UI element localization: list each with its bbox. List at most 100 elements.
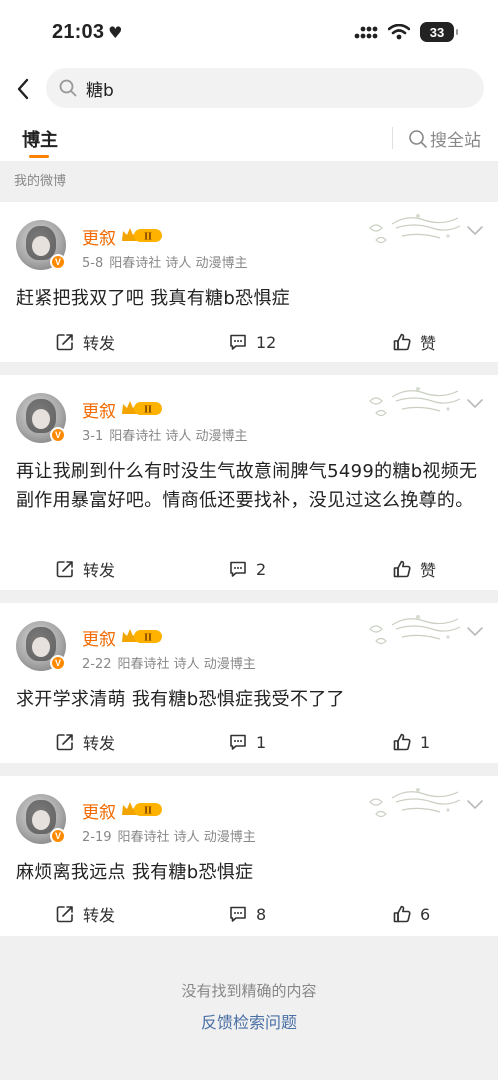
footer: 没有找到精确的内容 反馈检索问题 xyxy=(0,980,498,1033)
like-icon xyxy=(393,333,411,351)
status-icons: 33 xyxy=(354,22,458,42)
like-label: 6 xyxy=(420,904,431,924)
repost-icon xyxy=(56,561,73,578)
post-date: 5-8 xyxy=(82,256,104,271)
author-tags: 阳春诗社 诗人 动漫博主 xyxy=(117,830,256,845)
heart-icon: ♥ xyxy=(108,22,123,42)
repost-icon xyxy=(56,906,73,923)
like-button[interactable]: 6 xyxy=(392,894,430,934)
search-all-button[interactable]: 搜全站 xyxy=(408,126,481,151)
post-meta: 3-1 阳春诗社 诗人 动漫博主 xyxy=(82,425,248,444)
tab-active-indicator xyxy=(29,155,49,158)
search-icon xyxy=(59,79,77,97)
comment-button[interactable]: 12 xyxy=(228,322,276,362)
comment-count: 1 xyxy=(256,732,267,752)
svg-text:II: II xyxy=(144,806,152,817)
chevron-down-icon[interactable] xyxy=(466,798,484,810)
verified-badge-icon: V xyxy=(50,655,66,671)
like-icon xyxy=(393,733,411,751)
author-tags: 阳春诗社 诗人 动漫博主 xyxy=(109,429,248,444)
post-actions: 转发 12 赞 xyxy=(0,322,498,362)
repost-icon xyxy=(56,734,73,751)
post-card[interactable]: V 更叙 II 5-8 阳春诗社 诗人 动漫博主赶紧把我双了吧 我真有糖b恐惧症转发 12… xyxy=(0,202,498,362)
like-label: 赞 xyxy=(420,561,437,580)
post-date: 3-1 xyxy=(82,429,104,444)
like-icon xyxy=(393,905,411,923)
post-meta: 5-8 阳春诗社 诗人 动漫博主 xyxy=(82,252,248,271)
like-label: 1 xyxy=(420,732,431,752)
like-icon xyxy=(393,560,411,578)
svg-text:II: II xyxy=(144,232,152,243)
repost-button[interactable]: 转发 xyxy=(55,322,115,362)
like-label: 赞 xyxy=(420,334,437,353)
card-decoration-icon xyxy=(369,788,461,818)
post-text[interactable]: 赶紧把我双了吧 我真有糖b恐惧症 xyxy=(16,284,482,313)
comment-icon xyxy=(230,334,246,350)
author-name[interactable]: 更叙 xyxy=(82,224,116,249)
feedback-link[interactable]: 反馈检索问题 xyxy=(0,1009,498,1033)
post-card[interactable]: V 更叙 II 2-19 阳春诗社 诗人 动漫博主 麻烦离我远点 我有糖b恐惧症 转发 8 6 xyxy=(0,776,498,936)
svg-text:II: II xyxy=(144,633,152,644)
tab-divider xyxy=(392,127,393,149)
comment-button[interactable]: 8 xyxy=(228,894,266,934)
post-meta: 2-22 阳春诗社 诗人 动漫博主 xyxy=(82,653,256,672)
level-crown-icon: II xyxy=(122,802,162,817)
battery-indicator: 33 xyxy=(420,22,458,42)
repost-label: 转发 xyxy=(83,906,116,925)
repost-label: 转发 xyxy=(83,734,116,753)
comment-icon xyxy=(230,734,246,750)
post-text[interactable]: 求开学求清萌 我有糖b恐惧症我受不了了 xyxy=(16,685,482,714)
card-decoration-icon xyxy=(369,214,461,244)
svg-text:II: II xyxy=(144,405,152,416)
comment-button[interactable]: 2 xyxy=(228,549,266,589)
search-all-label: 搜全站 xyxy=(430,131,481,151)
comment-icon xyxy=(230,906,246,922)
repost-icon xyxy=(56,334,73,351)
post-text[interactable]: 再让我刷到什么有时没生气故意闹脾气5499的糖b视频无副作用暴富好吧。情商低还要… xyxy=(16,457,482,515)
search-input[interactable]: 糖b xyxy=(46,68,484,108)
author-name[interactable]: 更叙 xyxy=(82,625,116,650)
chevron-down-icon[interactable] xyxy=(466,625,484,637)
like-button[interactable]: 1 xyxy=(392,722,430,762)
post-actions: 转发 8 6 xyxy=(0,894,498,934)
chevron-down-icon[interactable] xyxy=(466,397,484,409)
repost-button[interactable]: 转发 xyxy=(55,722,115,762)
author-tags: 阳春诗社 诗人 动漫博主 xyxy=(117,657,256,672)
author-tags: 阳春诗社 诗人 动漫博主 xyxy=(109,256,248,271)
level-crown-icon: II xyxy=(122,629,162,644)
post-card[interactable]: V 更叙 II 2-22 阳春诗社 诗人 动漫博主求开学求清萌 我有糖b恐惧症我受不了了… xyxy=(0,603,498,763)
back-arrow-icon xyxy=(17,78,29,100)
comment-count: 8 xyxy=(256,904,267,924)
tab-bloggers[interactable]: 博主 xyxy=(22,126,58,152)
status-bar: 21:03 ♥ 33 xyxy=(0,0,498,64)
not-found-text: 没有找到精确的内容 xyxy=(181,982,317,1000)
repost-button[interactable]: 转发 xyxy=(55,549,115,589)
post-text[interactable]: 麻烦离我远点 我有糖b恐惧症 xyxy=(16,858,482,887)
clock: 21:03 xyxy=(52,20,105,43)
like-button[interactable]: 赞 xyxy=(392,322,436,362)
verified-badge-icon: V xyxy=(50,427,66,443)
tab-bar: 博主 搜全站 xyxy=(0,114,498,162)
repost-button[interactable]: 转发 xyxy=(55,894,115,934)
like-button[interactable]: 赞 xyxy=(392,549,436,589)
comment-count: 2 xyxy=(256,559,267,579)
post-date: 2-19 xyxy=(82,830,112,845)
post-meta: 2-19 阳春诗社 诗人 动漫博主 xyxy=(82,826,256,845)
repost-label: 转发 xyxy=(83,334,116,353)
search-icon xyxy=(409,129,427,148)
author-name[interactable]: 更叙 xyxy=(82,798,116,823)
wifi-icon xyxy=(388,24,410,40)
card-decoration-icon xyxy=(369,615,461,645)
post-date: 2-22 xyxy=(82,657,112,672)
level-crown-icon: II xyxy=(122,228,162,243)
chevron-down-icon[interactable] xyxy=(466,224,484,236)
repost-label: 转发 xyxy=(83,561,116,580)
level-crown-icon: II xyxy=(122,401,162,416)
post-card[interactable]: V 更叙 II 3-1 阳春诗社 诗人 动漫博主再让我刷到什么有时没生气故意闹脾气549… xyxy=(0,375,498,590)
verified-badge-icon: V xyxy=(50,254,66,270)
back-button[interactable] xyxy=(0,66,46,112)
comment-button[interactable]: 1 xyxy=(228,722,266,762)
signal-icon xyxy=(354,26,378,39)
author-name[interactable]: 更叙 xyxy=(82,397,116,422)
section-label: 我的微博 xyxy=(0,162,498,202)
